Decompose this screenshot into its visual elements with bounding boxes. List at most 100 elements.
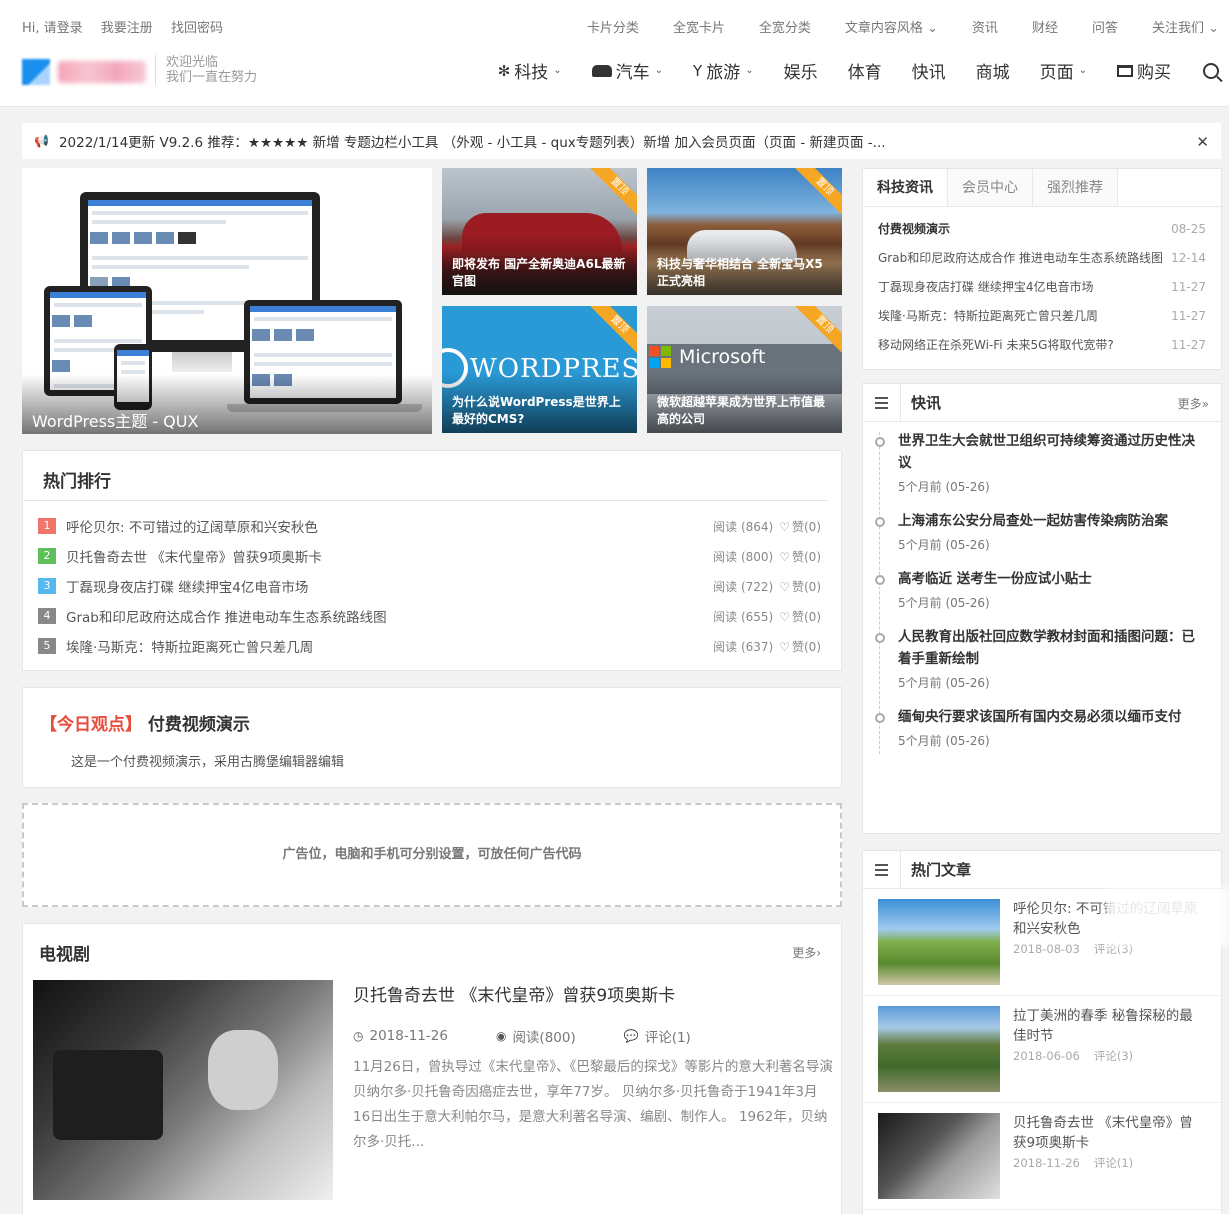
sidebar-tabs-widget: 科技资讯 会员中心 强烈推荐 付费视频演示 08-25 Grab和印尼政府达成合作… (862, 168, 1222, 370)
heart-icon: ♡ (779, 519, 790, 534)
ranking-item[interactable]: 1 呼伦贝尔: 不可错过的辽阔草原和兴安秋色 阅读 (864) ♡ 赞(0) (38, 511, 821, 541)
timeline-time: 5个月前 (05-26) (898, 538, 990, 552)
rank-title[interactable]: 埃隆·马斯克：特斯拉距离死亡曾只差几周 (66, 636, 713, 656)
heart-icon: ♡ (779, 549, 790, 564)
slider-caption: WordPress主题 - QUX (22, 374, 432, 434)
ranking-item[interactable]: 2 贝托鲁奇去世 《末代皇帝》曾获9项奥斯卡 阅读 (800) ♡ 赞(0) (38, 541, 821, 571)
tile-bmw[interactable]: 置顶 科技与奢华相结合 全新宝马X5正式亮相 (647, 168, 842, 295)
article-thumbnail[interactable] (878, 899, 1000, 985)
rank-number: 3 (38, 578, 56, 594)
hot-article-item[interactable]: 贝托鲁奇去世 《末代皇帝》曾获9项奥斯卡 2018-11-26 评论(1) (863, 1103, 1221, 1210)
register-link[interactable]: 我要注册 (101, 21, 153, 36)
rank-likes[interactable]: 赞(0) (792, 640, 821, 654)
rank-title[interactable]: Grab和印尼政府达成合作 推进电动车生态系统路线图 (66, 606, 713, 626)
tile-audi[interactable]: 置顶 即将发布 国产全新奥迪A6L最新官图 (442, 168, 637, 295)
car-icon (591, 64, 612, 77)
top-link-qa[interactable]: 问答 (1092, 17, 1118, 36)
timeline-item: 缅甸央行要求该国所有国内交易必须以缅币支付 5个月前 (05-26) (875, 706, 1206, 754)
site-logo[interactable] (22, 57, 148, 87)
ranking-item[interactable]: 3 丁磊现身夜店打碟 继续押宝4亿电音市场 阅读 (722) ♡ 赞(0) (38, 571, 821, 601)
article-title[interactable]: 贝托鲁奇去世 《末代皇帝》曾获9项奥斯卡 (1013, 1113, 1206, 1153)
timeline-title[interactable]: 缅甸央行要求该国所有国内交易必须以缅币支付 (898, 706, 1206, 728)
top-link-follow[interactable]: 关注我们 ⌄ (1152, 17, 1219, 36)
camera-shape (53, 1050, 163, 1140)
rank-likes[interactable]: 赞(0) (792, 550, 821, 564)
post-comments[interactable]: 评论(1) (645, 1026, 691, 1046)
nav-item-pages[interactable]: 页面 ⌄ (1040, 58, 1087, 83)
timeline-dot (875, 713, 885, 723)
tile-wordpress[interactable]: WORDPRES 置顶 为什么说WordPress是世界上最好的CMS? (442, 306, 637, 433)
timeline-title[interactable]: 高考临近 送考生一份应试小贴士 (898, 568, 1206, 590)
timeline-title[interactable]: 世界卫生大会就世卫组织可持续筹资通过历史性决议 (898, 430, 1206, 474)
microsoft-logo-icon (649, 346, 671, 368)
timeline-item: 人民教育出版社回应数学教材封面和插图问题：已着手重新绘制 5个月前 (05-26… (875, 626, 1206, 696)
nav-item-shop[interactable]: 商城 (976, 58, 1010, 83)
article-thumbnail[interactable] (878, 1006, 1000, 1092)
hot-ranking-box: 热门排行 1 呼伦贝尔: 不可错过的辽阔草原和兴安秋色 阅读 (864) ♡ 赞(0… (22, 450, 842, 671)
rank-likes[interactable]: 赞(0) (792, 610, 821, 624)
nav-item-flash[interactable]: 快讯 (912, 58, 946, 83)
forgot-password-link[interactable]: 找回密码 (171, 21, 223, 36)
rank-likes[interactable]: 赞(0) (792, 520, 821, 534)
article-date: 2018-06-06 (1013, 1049, 1080, 1063)
search-icon[interactable] (1203, 62, 1219, 79)
rank-title[interactable]: 丁磊现身夜店打碟 继续押宝4亿电音市场 (66, 576, 713, 596)
tab-member-center[interactable]: 会员中心 (948, 169, 1033, 206)
tab-recommended[interactable]: 强烈推荐 (1033, 169, 1118, 206)
nav-item-tech[interactable]: ✻ 科技 ⌄ (497, 58, 562, 84)
logo-text-blurred (58, 61, 146, 83)
heart-icon: ♡ (779, 579, 790, 594)
ranking-item[interactable]: 4 Grab和印尼政府达成合作 推进电动车生态系统路线图 阅读 (655) ♡ 赞(… (38, 601, 821, 631)
rank-number: 4 (38, 608, 56, 624)
pinned-ribbon: 置顶 (585, 306, 637, 359)
list-item[interactable]: 埃隆·马斯克：特斯拉距离死亡曾只差几周 11-27 (878, 302, 1206, 331)
rank-title[interactable]: 贝托鲁奇去世 《末代皇帝》曾获9项奥斯卡 (66, 546, 713, 566)
more-link[interactable]: 更多› (792, 944, 821, 961)
nav-item-sports[interactable]: 体育 (848, 58, 882, 83)
timeline-title[interactable]: 人民教育出版社回应数学教材封面和插图问题：已着手重新绘制 (898, 626, 1206, 670)
timeline-time: 5个月前 (05-26) (898, 480, 990, 494)
close-icon[interactable]: ✕ (1196, 133, 1209, 151)
nav-item-travel[interactable]: Y 旅游 ⌄ (693, 58, 754, 84)
notice-bar: 📢 2022/1/14更新 V9.2.6 推荐：★★★★★ 新增 专题边栏小工具… (22, 123, 1221, 159)
rank-title[interactable]: 呼伦贝尔: 不可错过的辽阔草原和兴安秋色 (66, 516, 713, 536)
chevron-down-icon: ⌄ (654, 65, 664, 76)
article-thumbnail[interactable] (878, 1113, 1000, 1199)
top-link-news[interactable]: 资讯 (972, 17, 998, 36)
top-link-card-category[interactable]: 卡片分类 (587, 17, 639, 36)
top-bar: Hi, 请登录 我要注册 找回密码 卡片分类 全宽卡片 全宽分类 文章内容风格 … (0, 0, 1229, 50)
rank-number: 5 (38, 638, 56, 654)
tab-tech-news[interactable]: 科技资讯 (863, 169, 948, 206)
timeline-item: 世界卫生大会就世卫组织可持续筹资通过历史性决议 5个月前 (05-26) (875, 430, 1206, 500)
top-link-fullwidth-card[interactable]: 全宽卡片 (673, 17, 725, 36)
viewpoint-title[interactable]: 付费视频演示 (148, 715, 250, 735)
chevron-down-icon: ⌄ (553, 65, 562, 76)
tile-microsoft[interactable]: Microsoft 置顶 微软超越苹果成为世界上市值最高的公司 (647, 306, 842, 433)
hot-article-item[interactable]: 拉丁美洲的春季 秘鲁探秘的最佳时节 2018-06-06 评论(3) (863, 996, 1221, 1103)
top-link-article-style[interactable]: 文章内容风格 ⌄ (845, 17, 938, 36)
slider-main[interactable]: WordPress主题 - QUX (22, 168, 432, 434)
more-link[interactable]: 更多» (1178, 395, 1209, 412)
login-link[interactable]: Hi, 请登录 (22, 21, 83, 36)
top-link-finance[interactable]: 财经 (1032, 17, 1058, 36)
post-views-wrap: ◉ 阅读(800) (496, 1026, 600, 1046)
top-link-fullwidth-category[interactable]: 全宽分类 (759, 17, 811, 36)
post-title[interactable]: 贝托鲁奇去世 《末代皇帝》曾获9项奥斯卡 (353, 981, 675, 1006)
nav-item-auto[interactable]: 汽车 ⌄ (591, 58, 664, 83)
post-thumbnail[interactable] (33, 980, 333, 1200)
notice-text[interactable]: 2022/1/14更新 V9.2.6 推荐：★★★★★ 新增 专题边栏小工具 （… (59, 131, 886, 151)
nav-label: 汽车 (615, 63, 650, 83)
list-item[interactable]: 移动网络正在杀死Wi-Fi 未来5G将取代宽带? 11-27 (878, 331, 1206, 360)
ad-slot[interactable]: 广告位，电脑和手机可分别设置，可放任何广告代码 (22, 803, 842, 907)
rank-likes[interactable]: 赞(0) (792, 580, 821, 594)
ranking-item[interactable]: 5 埃隆·马斯克：特斯拉距离死亡曾只差几周 阅读 (637) ♡ 赞(0) (38, 631, 821, 661)
list-item[interactable]: 付费视频演示 08-25 (878, 215, 1206, 244)
face-shape (208, 1030, 278, 1110)
yelp-icon: ✻ (497, 61, 511, 80)
article-title[interactable]: 拉丁美洲的春季 秘鲁探秘的最佳时节 (1013, 1006, 1206, 1046)
nav-item-buy[interactable]: 购买 (1117, 58, 1171, 83)
list-item[interactable]: Grab和印尼政府达成合作 推进电动车生态系统路线图 12-14 (878, 244, 1206, 273)
list-item[interactable]: 丁磊现身夜店打碟 继续押宝4亿电音市场 11-27 (878, 273, 1206, 302)
nav-item-entertainment[interactable]: 娱乐 (784, 58, 818, 83)
timeline-title[interactable]: 上海浦东公安分局查处一起妨害传染病防治案 (898, 510, 1206, 532)
